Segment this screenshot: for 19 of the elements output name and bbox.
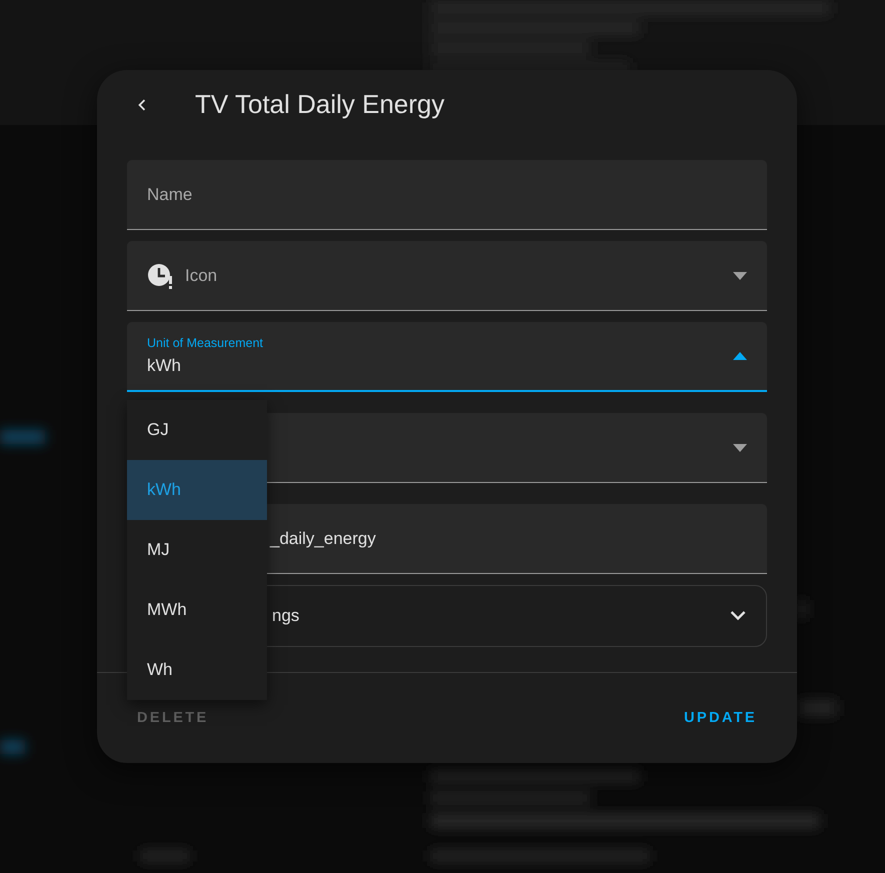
chevron-down-icon [730, 611, 746, 621]
dropdown-arrow-icon [733, 272, 747, 280]
dialog-title: TV Total Daily Energy [195, 89, 445, 121]
dropdown-up-arrow-icon [733, 352, 747, 360]
field-label: Icon [185, 264, 218, 287]
field-value: kWh [147, 354, 182, 377]
select-field[interactable]: Unit of Measurement kWh [127, 322, 767, 392]
dropdown-arrow-icon [733, 444, 747, 452]
menu-item[interactable]: GJ [127, 400, 267, 460]
icon-picker-field[interactable]: Icon [127, 241, 767, 311]
field-value: _daily_energy [270, 528, 376, 550]
update-button[interactable]: UPDATE [674, 704, 767, 734]
field-label: Name [147, 184, 192, 206]
floating-label: Unit of Measurement [147, 334, 264, 352]
clock-alert-icon [147, 262, 175, 290]
menu-item[interactable]: kWh [127, 460, 267, 520]
delete-button: DELETE [127, 704, 219, 734]
expander-label: ngs [272, 605, 300, 628]
text-field[interactable]: Name [127, 160, 767, 230]
